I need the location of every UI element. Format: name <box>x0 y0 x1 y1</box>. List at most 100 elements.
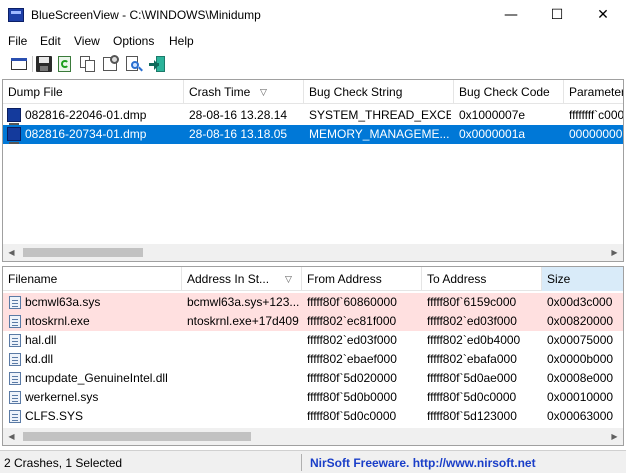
module-row[interactable]: mcupdate_GenuineIntel.dll fffff80f`5d020… <box>3 369 623 388</box>
column-parameter-1[interactable]: Parameter 1 <box>564 80 623 104</box>
module-row[interactable]: kd.dll fffff802`ebaef000 fffff802`ebafa0… <box>3 350 623 369</box>
module-to-address: fffff80f`6159c000 <box>427 295 517 309</box>
module-row[interactable]: bcmwl63a.sys bcmwl63a.sys+123... fffff80… <box>3 293 623 312</box>
crash-list-header: Dump File Crash Time ▽ Bug Check String … <box>3 80 623 104</box>
nirsoft-link[interactable]: NirSoft Freeware. http://www.nirsoft.net <box>310 456 536 470</box>
close-button[interactable]: ✕ <box>580 0 626 31</box>
module-filename: bcmwl63a.sys <box>25 295 101 309</box>
menu-view[interactable]: View <box>74 34 100 48</box>
title-bar: BlueScreenView - C:\WINDOWS\Minidump — ☐… <box>0 0 626 31</box>
module-size: 0x0008e000 <box>547 371 614 385</box>
crash-list-pane: Dump File Crash Time ▽ Bug Check String … <box>2 79 624 262</box>
module-address-in-stack <box>187 350 299 369</box>
module-from-address: fffff80f`5d020000 <box>307 371 397 385</box>
module-row[interactable]: ntoskrnl.exe ntoskrnl.exe+17d409 fffff80… <box>3 312 623 331</box>
crash-dump-file: 082816-22046-01.dmp <box>25 108 147 122</box>
crash-dump-file: 082816-20734-01.dmp <box>25 127 147 141</box>
window-title: BlueScreenView - C:\WINDOWS\Minidump <box>31 8 261 22</box>
menu-options[interactable]: Options <box>113 34 154 48</box>
module-address-in-stack <box>187 388 299 407</box>
crash-bug-check-string: MEMORY_MANAGEME... <box>309 127 450 141</box>
module-filename: mcupdate_GenuineIntel.dll <box>25 371 168 385</box>
column-filename[interactable]: Filename <box>3 267 182 291</box>
module-size: 0x00063000 <box>547 409 614 423</box>
module-row[interactable]: hal.dll fffff802`ed03f000 fffff802`ed0b4… <box>3 331 623 350</box>
column-from-address[interactable]: From Address <box>302 267 422 291</box>
module-from-address: fffff802`ebaef000 <box>307 352 397 366</box>
module-file-icon <box>9 353 21 366</box>
module-from-address: fffff802`ed03f000 <box>307 333 397 347</box>
scroll-right-icon[interactable]: ▶ <box>606 428 623 445</box>
module-filename: hal.dll <box>25 333 57 347</box>
module-filename: ntoskrnl.exe <box>25 314 90 328</box>
html-report-icon[interactable] <box>102 55 120 73</box>
module-address-in-stack <box>187 369 299 388</box>
module-to-address: fffff80f`5d0ae000 <box>427 371 517 385</box>
crash-bug-check-string: SYSTEM_THREAD_EXCE... <box>309 108 451 122</box>
scroll-right-icon[interactable]: ▶ <box>606 244 623 261</box>
column-to-address[interactable]: To Address <box>422 267 542 291</box>
column-dump-file[interactable]: Dump File <box>3 80 184 104</box>
menu-bar: File Edit View Options Help <box>0 31 626 51</box>
menu-edit[interactable]: Edit <box>40 34 61 48</box>
module-size: 0x00820000 <box>547 314 614 328</box>
status-bar: 2 Crashes, 1 Selected NirSoft Freeware. … <box>0 450 626 473</box>
module-file-icon <box>9 334 21 347</box>
crash-time: 28-08-16 13.28.14 <box>189 108 288 122</box>
menu-help[interactable]: Help <box>169 34 194 48</box>
crash-parameter-1: ffffffff`c000 <box>569 108 624 122</box>
module-size: 0x0000b000 <box>547 352 614 366</box>
scroll-left-icon[interactable]: ◀ <box>3 244 20 261</box>
module-from-address: fffff80f`5d0c0000 <box>307 409 397 423</box>
save-icon[interactable] <box>35 55 53 73</box>
sort-arrow-icon: ▽ <box>260 87 267 97</box>
module-list-header: Filename Address In St... ▽ From Address… <box>3 267 623 291</box>
module-size: 0x00075000 <box>547 333 614 347</box>
module-from-address: fffff802`ec81f000 <box>307 314 397 328</box>
scrollbar-thumb[interactable] <box>23 432 251 441</box>
status-selection-count: 2 Crashes, 1 Selected <box>4 456 123 470</box>
refresh-icon[interactable] <box>56 55 74 73</box>
find-icon[interactable] <box>125 55 143 73</box>
module-file-icon <box>9 372 21 385</box>
crash-time: 28-08-16 13.18.05 <box>189 127 288 141</box>
module-row[interactable]: CLFS.SYS fffff80f`5d0c0000 fffff80f`5d12… <box>3 407 623 426</box>
exit-icon[interactable] <box>148 55 166 73</box>
copy-icon[interactable] <box>79 55 97 73</box>
properties-icon[interactable] <box>10 55 28 73</box>
module-size: 0x00d3c000 <box>547 295 613 309</box>
column-address-in-stack[interactable]: Address In St... ▽ <box>182 267 302 291</box>
crash-parameter-1: 00000000`0 <box>569 127 623 141</box>
module-to-address: fffff802`ed03f000 <box>427 314 517 328</box>
module-to-address: fffff80f`5d0c0000 <box>427 390 517 404</box>
menu-file[interactable]: File <box>8 34 27 48</box>
module-filename: werkernel.sys <box>25 390 99 404</box>
module-list-horizontal-scrollbar[interactable]: ◀ ▶ <box>3 428 623 445</box>
scrollbar-thumb[interactable] <box>23 248 143 257</box>
crash-row[interactable]: 082816-22046-01.dmp 28-08-16 13.28.14 SY… <box>3 106 624 125</box>
module-size: 0x00010000 <box>547 390 614 404</box>
module-from-address: fffff80f`5d0b0000 <box>307 390 397 404</box>
scroll-left-icon[interactable]: ◀ <box>3 428 20 445</box>
crash-bug-check-code: 0x1000007e <box>459 108 526 122</box>
module-filename: kd.dll <box>25 352 54 366</box>
module-address-in-stack: ntoskrnl.exe+17d409 <box>187 314 299 328</box>
crash-list-horizontal-scrollbar[interactable]: ◀ ▶ <box>3 244 623 261</box>
dump-file-icon <box>7 108 21 125</box>
module-address-in-stack: bcmwl63a.sys+123... <box>187 295 299 309</box>
crash-bug-check-code: 0x0000001a <box>459 127 526 141</box>
crash-row-selected[interactable]: 082816-20734-01.dmp 28-08-16 13.18.05 ME… <box>3 125 623 144</box>
module-file-icon <box>9 315 21 328</box>
column-crash-time[interactable]: Crash Time ▽ <box>184 80 304 104</box>
column-bug-check-code[interactable]: Bug Check Code <box>454 80 564 104</box>
module-filename: CLFS.SYS <box>25 409 84 423</box>
status-divider <box>301 454 302 471</box>
sort-arrow-icon: ▽ <box>285 274 292 284</box>
module-to-address: fffff802`ebafa000 <box>427 352 517 366</box>
module-file-icon <box>9 296 21 309</box>
maximize-button[interactable]: ☐ <box>534 0 580 31</box>
minimize-button[interactable]: — <box>488 0 534 31</box>
column-bug-check-string[interactable]: Bug Check String <box>304 80 454 104</box>
module-row[interactable]: werkernel.sys fffff80f`5d0b0000 fffff80f… <box>3 388 623 407</box>
column-size[interactable]: Size <box>542 267 623 291</box>
